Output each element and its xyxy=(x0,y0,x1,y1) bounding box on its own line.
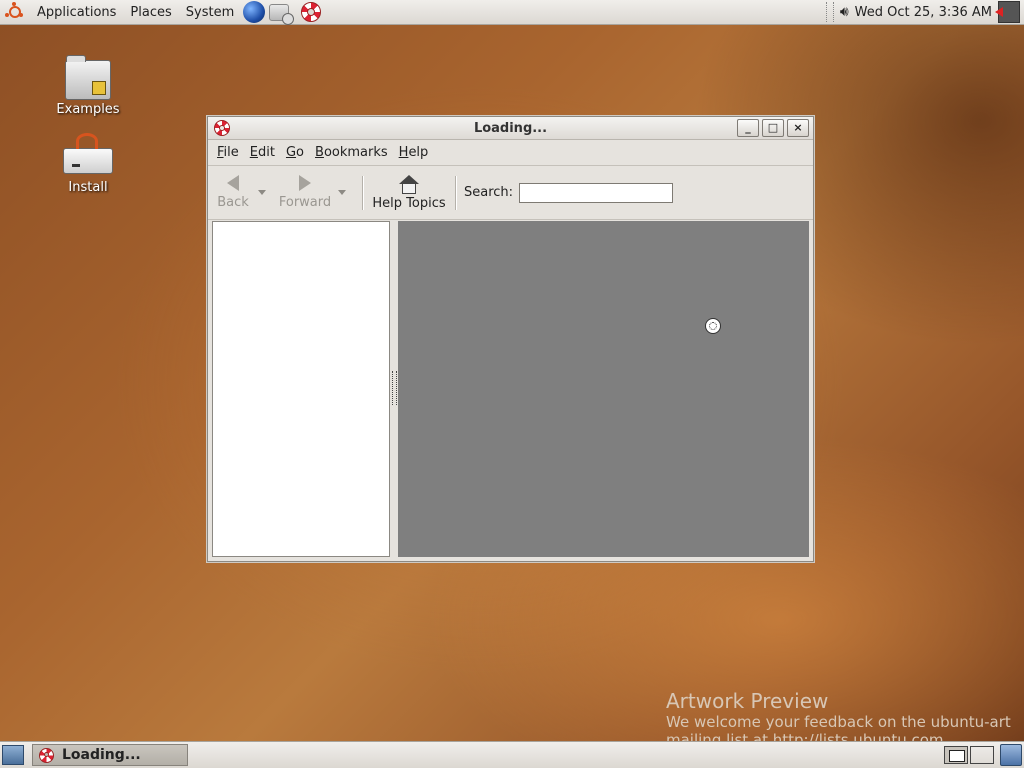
topics-sidebar[interactable] xyxy=(212,221,390,557)
top-panel: Applications Places System 🔊︎ Wed Oct 25… xyxy=(0,0,1024,25)
menu-go[interactable]: Go xyxy=(282,145,308,160)
back-arrow-icon xyxy=(227,175,239,191)
menu-help[interactable]: Help xyxy=(395,145,433,160)
back-button[interactable]: Back xyxy=(212,168,254,218)
minimize-button[interactable]: _ xyxy=(737,119,759,137)
document-view[interactable] xyxy=(398,221,809,557)
ubuntu-logo-icon[interactable] xyxy=(5,2,24,21)
web-browser-icon[interactable] xyxy=(243,1,266,23)
install-drive-icon xyxy=(63,133,113,174)
toolbar-separator xyxy=(455,175,456,210)
toolbar: Back Forward Help Topics Search: xyxy=(208,166,813,220)
help-topics-button[interactable]: Help Topics xyxy=(369,168,449,218)
show-desktop-icon[interactable] xyxy=(2,745,24,765)
forward-arrow-icon xyxy=(299,175,311,191)
system-menu[interactable]: System xyxy=(179,5,241,20)
desktop-icon-install[interactable]: Install xyxy=(48,132,128,195)
desktop-icon-label: Examples xyxy=(56,102,120,117)
artwork-line-1: We welcome your feedback on the ubuntu-a… xyxy=(666,713,1011,731)
panel-tray: 🔊︎ Wed Oct 25, 3:36 AM xyxy=(825,0,1024,25)
desktop-icon-label: Install xyxy=(68,180,108,195)
close-button[interactable]: × xyxy=(787,119,809,137)
panel-handle[interactable] xyxy=(825,2,834,22)
pane-resize-handle[interactable] xyxy=(390,221,398,557)
forward-label: Forward xyxy=(278,195,332,210)
back-label: Back xyxy=(217,195,249,210)
artwork-preview-watermark: Artwork Preview We welcome your feedback… xyxy=(666,689,1024,741)
menu-edit[interactable]: Edit xyxy=(246,145,279,160)
help-icon[interactable] xyxy=(301,2,322,22)
places-menu[interactable]: Places xyxy=(123,5,178,20)
workspace-switcher xyxy=(942,744,1022,766)
maximize-button[interactable]: □ xyxy=(762,119,784,137)
desktop-icon-examples[interactable]: Examples xyxy=(48,55,128,117)
workspace-2[interactable] xyxy=(970,746,994,764)
home-icon xyxy=(399,174,419,194)
bottom-panel: Loading... xyxy=(0,741,1024,768)
menubar: File Edit Go Bookmarks Help xyxy=(208,140,813,166)
help-content xyxy=(212,221,809,557)
taskbar-window-button[interactable]: Loading... xyxy=(32,744,188,766)
applications-menu[interactable]: Applications xyxy=(30,5,123,20)
trash-icon[interactable] xyxy=(1000,744,1022,766)
artwork-heading: Artwork Preview xyxy=(666,689,829,713)
help-topics-label: Help Topics xyxy=(372,195,446,211)
window-title: Loading... xyxy=(473,120,548,136)
forward-history-dropdown-icon[interactable] xyxy=(338,190,346,195)
menu-file[interactable]: File xyxy=(213,145,243,160)
window-titlebar[interactable]: Loading... _ □ × xyxy=(208,117,813,140)
forward-button[interactable]: Forward xyxy=(276,168,334,218)
busy-cursor-icon xyxy=(705,318,721,334)
help-browser-window: Loading... _ □ × File Edit Go Bookmarks … xyxy=(207,116,814,562)
window-help-icon[interactable] xyxy=(214,120,230,136)
artwork-line-2: mailing list at http://lists.ubuntu.com xyxy=(666,731,944,741)
menu-bookmarks[interactable]: Bookmarks xyxy=(311,145,392,160)
task-label: Loading... xyxy=(62,747,141,763)
logout-icon[interactable] xyxy=(995,1,1020,23)
workspace-1[interactable] xyxy=(944,746,968,764)
task-help-icon xyxy=(39,747,54,763)
clock[interactable]: Wed Oct 25, 3:36 AM xyxy=(855,5,992,20)
examples-folder-icon xyxy=(65,55,111,100)
search-input[interactable] xyxy=(519,182,674,203)
toolbar-separator xyxy=(362,175,363,210)
volume-icon[interactable]: 🔊︎ xyxy=(840,4,849,20)
back-history-dropdown-icon[interactable] xyxy=(258,190,266,195)
search-label: Search: xyxy=(464,185,514,200)
mail-icon[interactable] xyxy=(269,3,295,25)
